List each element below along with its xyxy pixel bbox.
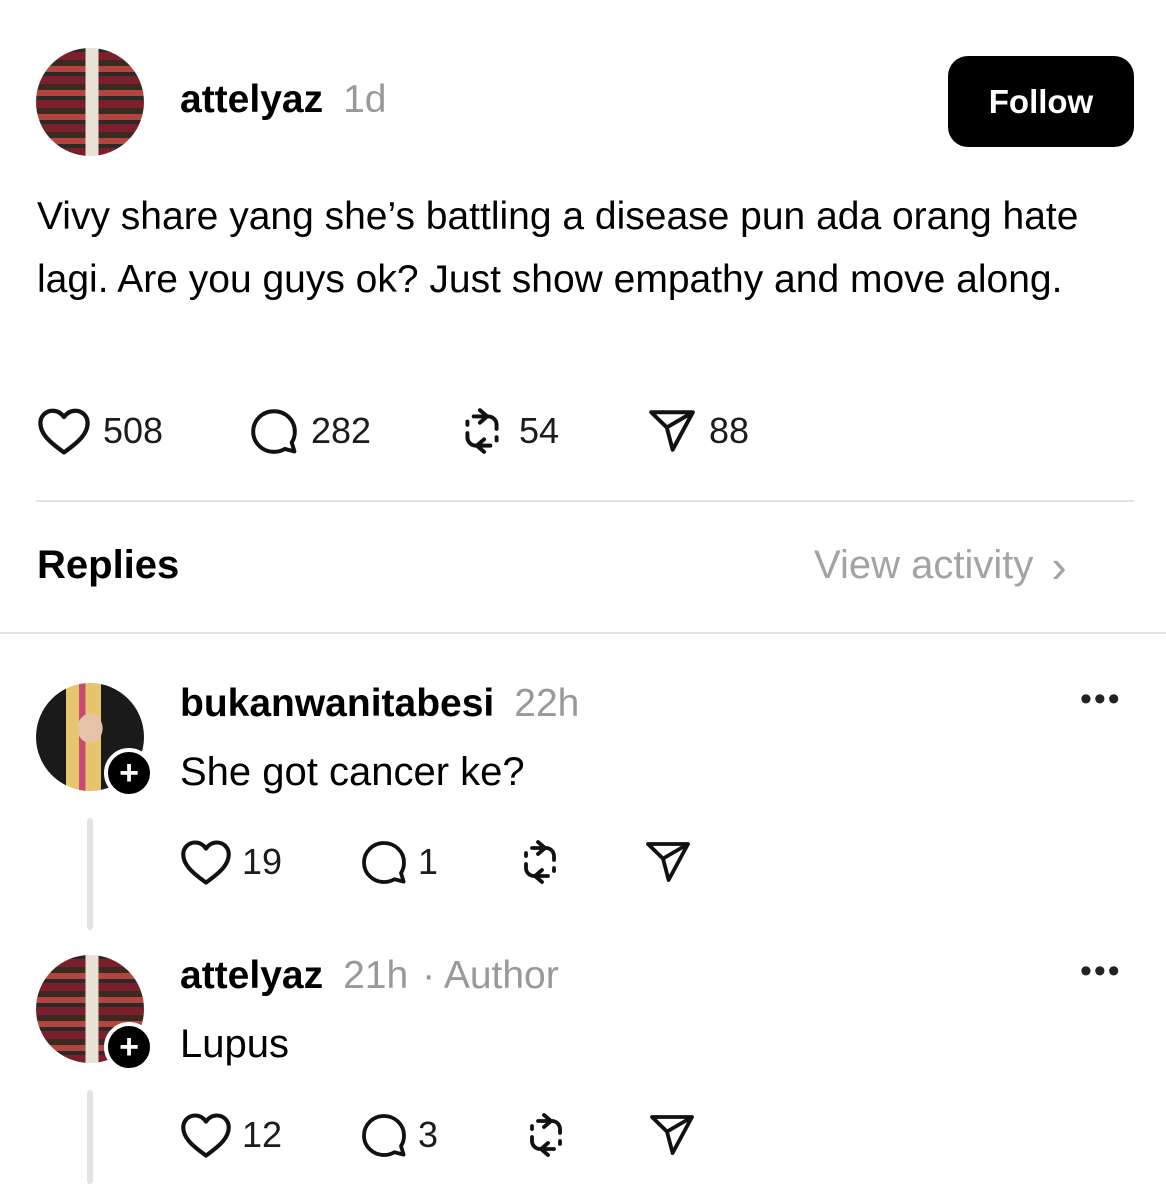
replies-title: Replies	[37, 543, 180, 587]
heart-icon	[181, 840, 231, 885]
post-divider	[36, 500, 1134, 502]
reply-header: attelyaz 21h · Author	[180, 954, 559, 998]
reply-time: 22h	[514, 682, 580, 725]
view-activity-link[interactable]: View activity ›	[814, 539, 1067, 592]
more-options-icon[interactable]: •••	[1080, 680, 1122, 719]
reply-count: 282	[311, 410, 372, 451]
paper-plane-icon	[646, 842, 690, 882]
reply-button[interactable]: 1	[360, 838, 438, 886]
reply-action-bar: 12 3	[180, 1111, 710, 1161]
reply-button[interactable]: 3	[360, 1111, 438, 1159]
reply-time: 21h	[343, 954, 409, 997]
reply-text: She got cancer ke?	[180, 750, 525, 794]
post-action-bar: 508 282 54 88	[37, 406, 797, 460]
author-avatar[interactable]	[36, 48, 144, 156]
chevron-right-icon: ›	[1051, 539, 1067, 592]
reply-username[interactable]: bukanwanitabesi	[180, 682, 494, 726]
like-button[interactable]: 508	[37, 406, 163, 456]
post-header: attelyaz 1d	[180, 78, 386, 126]
repost-count: 54	[519, 410, 560, 451]
follow-button[interactable]: Follow	[948, 56, 1134, 147]
replies-divider	[0, 632, 1166, 634]
reply-action-bar: 19 1	[180, 838, 700, 888]
share-button[interactable]: 88	[647, 406, 749, 456]
plus-icon[interactable]: +	[104, 1022, 154, 1072]
heart-icon	[181, 1113, 231, 1158]
author-tag: · Author	[422, 954, 559, 997]
plus-icon[interactable]: +	[104, 748, 154, 798]
repost-icon	[530, 1113, 562, 1157]
repost-button[interactable]	[516, 838, 564, 886]
repost-button[interactable]: 54	[457, 406, 559, 456]
reply-button[interactable]: 282	[249, 406, 371, 456]
share-button[interactable]	[648, 1111, 696, 1159]
comment-bubble-icon	[251, 409, 297, 454]
repost-button[interactable]	[522, 1111, 570, 1159]
view-activity-label: View activity	[814, 543, 1034, 587]
like-button[interactable]: 12	[180, 1111, 282, 1159]
like-count: 508	[103, 410, 164, 451]
repost-icon	[524, 840, 556, 884]
paper-plane-icon	[650, 1115, 694, 1155]
post-time: 1d	[343, 78, 387, 121]
heart-icon	[38, 408, 90, 455]
comment-bubble-icon	[362, 841, 406, 884]
more-options-icon[interactable]: •••	[1080, 952, 1122, 991]
like-count: 19	[242, 841, 283, 882]
reply-username[interactable]: attelyaz	[180, 954, 323, 998]
reply-count: 1	[418, 841, 439, 882]
comment-bubble-icon	[362, 1114, 406, 1157]
reply-header: bukanwanitabesi 22h	[180, 682, 579, 726]
like-count: 12	[242, 1114, 283, 1155]
thread-line	[87, 1090, 93, 1184]
paper-plane-icon	[649, 410, 695, 452]
thread-line	[87, 818, 93, 930]
like-button[interactable]: 19	[180, 838, 282, 886]
reply-text: Lupus	[180, 1022, 289, 1066]
reply-count: 3	[418, 1114, 439, 1155]
share-count: 88	[709, 410, 750, 451]
share-button[interactable]	[644, 838, 692, 886]
post-username[interactable]: attelyaz	[180, 78, 323, 122]
repost-icon	[465, 408, 499, 454]
post-text: Vivy share yang she’s battling a disease…	[37, 195, 1079, 301]
